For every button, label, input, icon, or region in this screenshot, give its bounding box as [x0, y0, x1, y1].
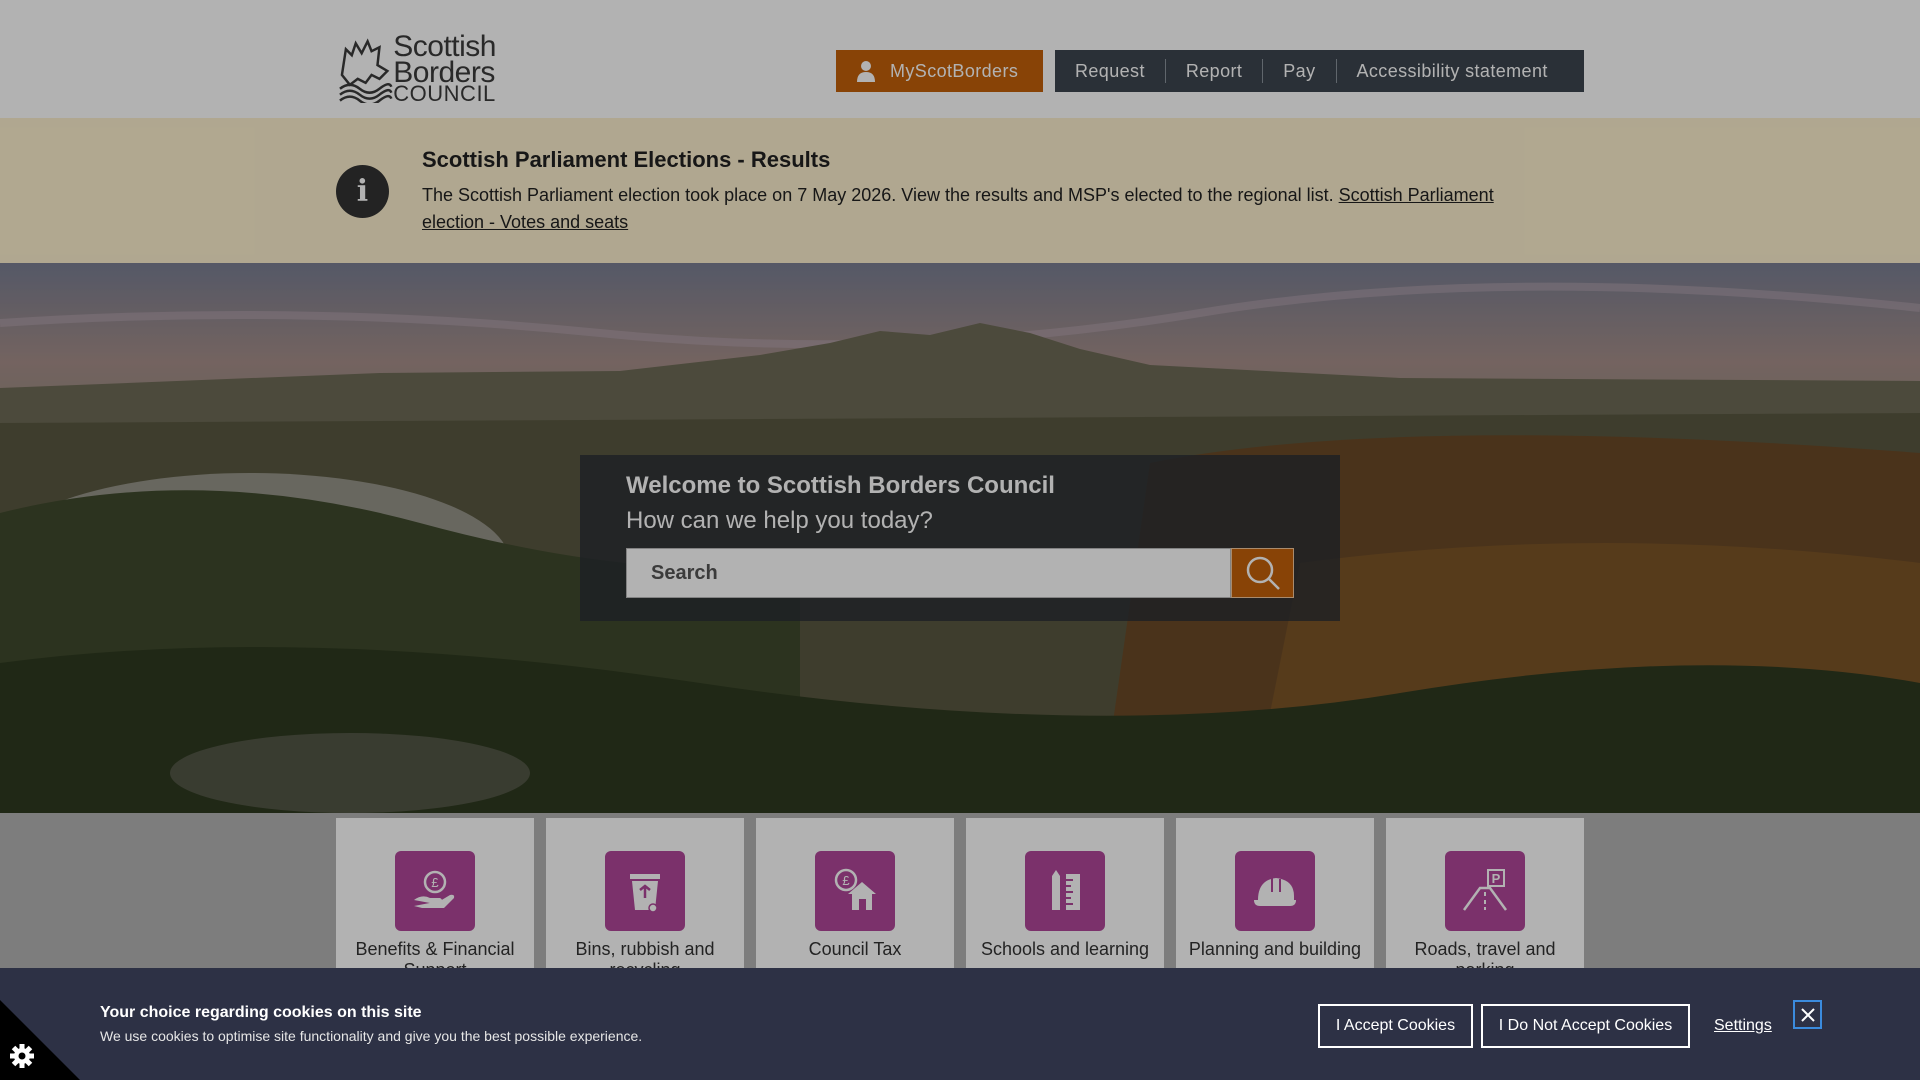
accept-cookies-button[interactable]: I Accept Cookies [1318, 1004, 1473, 1048]
cookie-settings-link[interactable]: Settings [1714, 1017, 1772, 1035]
modal-overlay[interactable] [0, 0, 1920, 1080]
close-cookie-button[interactable] [1793, 1000, 1822, 1029]
cookie-title: Your choice regarding cookies on this si… [100, 1004, 422, 1021]
close-icon [1800, 1007, 1815, 1022]
cookie-text: We use cookies to optimise site function… [100, 1028, 643, 1044]
cookie-banner: Your choice regarding cookies on this si… [0, 968, 1920, 1080]
cookie-settings-corner[interactable] [0, 1000, 80, 1080]
decline-cookies-button[interactable]: I Do Not Accept Cookies [1481, 1004, 1690, 1048]
gear-icon [10, 1044, 34, 1068]
